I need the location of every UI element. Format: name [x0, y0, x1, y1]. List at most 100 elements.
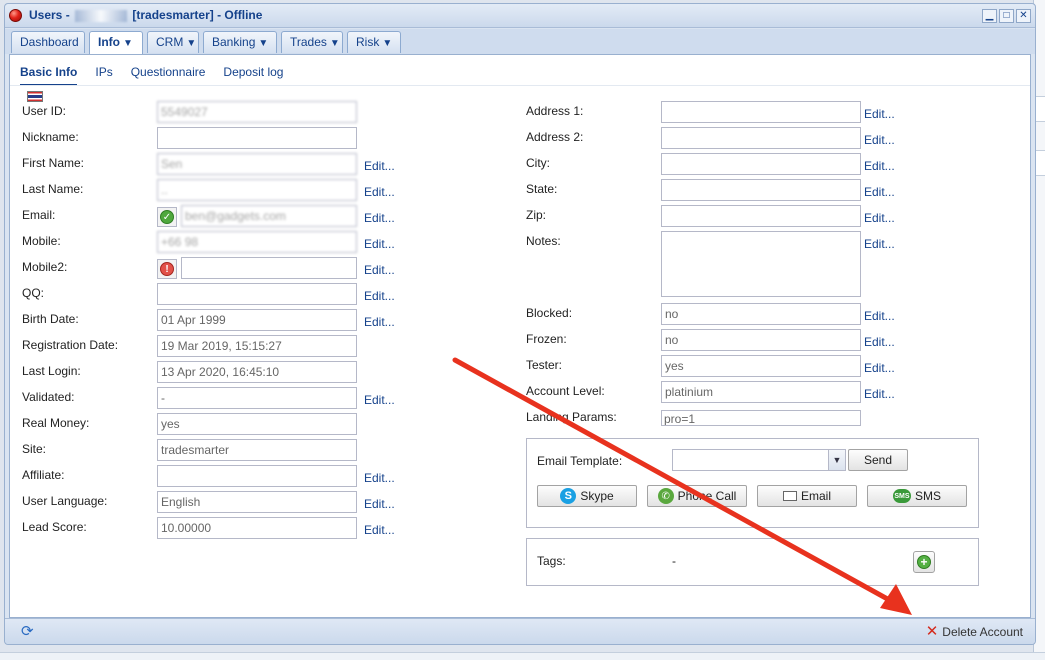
title-user-id-redacted: [75, 9, 128, 22]
email-field[interactable]: ben@gadgets.com: [181, 205, 357, 227]
delete-icon: ✕: [925, 623, 939, 640]
mobile-field[interactable]: +66 98: [157, 231, 357, 253]
field-row-qq: QQ: Edit...: [22, 283, 402, 305]
landing-params-field[interactable]: pro=1: [661, 410, 861, 426]
edit-user-language-link[interactable]: Edit...: [364, 497, 395, 511]
last-name-field[interactable]: ..: [157, 179, 357, 201]
minimize-button[interactable]: ▁: [982, 9, 997, 23]
validated-field[interactable]: -: [157, 387, 357, 409]
edit-city-link[interactable]: Edit...: [864, 159, 895, 173]
field-label: Mobile2:: [22, 260, 68, 274]
tab-crm[interactable]: CRM ▼: [147, 31, 199, 53]
edit-first-name-link[interactable]: Edit...: [364, 159, 395, 173]
tab-info[interactable]: Info ▼: [89, 31, 143, 54]
edit-validated-link[interactable]: Edit...: [364, 393, 395, 407]
subtab-ips[interactable]: IPs: [95, 65, 112, 86]
field-row-user-id: User ID: 5549027: [22, 101, 402, 123]
qq-field[interactable]: [157, 283, 357, 305]
edit-address-1-link[interactable]: Edit...: [864, 107, 895, 121]
tab-trades[interactable]: Trades ▼: [281, 31, 343, 53]
mobile2-field[interactable]: [181, 257, 357, 279]
edit-birth-date-link[interactable]: Edit...: [364, 315, 395, 329]
field-row-email: Email: ✓ ben@gadgets.com Edit...: [22, 205, 402, 227]
edit-address-2-link[interactable]: Edit...: [864, 133, 895, 147]
window-footer: ⟳ ✕ Delete Account: [5, 618, 1035, 644]
status-dot-icon: [9, 9, 22, 22]
window-titlebar[interactable]: Users - [tradesmarter] - Offline ▁ □ ✕: [5, 4, 1035, 28]
field-row-validated: Validated: - Edit...: [22, 387, 402, 409]
field-label: Validated:: [22, 390, 75, 404]
tab-banking[interactable]: Banking ▼: [203, 31, 277, 53]
edit-email-link[interactable]: Edit...: [364, 211, 395, 225]
tester-field[interactable]: yes: [661, 355, 861, 377]
edit-last-name-link[interactable]: Edit...: [364, 185, 395, 199]
send-button[interactable]: Send: [848, 449, 908, 471]
edit-account-level-link[interactable]: Edit...: [864, 387, 895, 401]
skype-button[interactable]: S Skype: [537, 485, 637, 507]
zip-field[interactable]: [661, 205, 861, 227]
account-level-field[interactable]: platinium: [661, 381, 861, 403]
field-label: Tester:: [526, 358, 563, 372]
registration-date-field[interactable]: 19 Mar 2019, 15:15:27: [157, 335, 357, 357]
city-field[interactable]: [661, 153, 861, 175]
state-field[interactable]: [661, 179, 861, 201]
phone-call-button[interactable]: ✆ Phone Call: [647, 485, 747, 507]
birth-date-field[interactable]: 01 Apr 1999: [157, 309, 357, 331]
notes-textarea[interactable]: [661, 231, 861, 297]
field-row-last-name: Last Name:.. Edit...: [22, 179, 402, 201]
sms-icon: SMS: [892, 489, 911, 503]
blocked-field[interactable]: no: [661, 303, 861, 325]
affiliate-field[interactable]: [157, 465, 357, 487]
field-row-city: City: Edit...: [526, 153, 906, 175]
edit-tester-link[interactable]: Edit...: [864, 361, 895, 375]
edit-qq-link[interactable]: Edit...: [364, 289, 395, 303]
edit-blocked-link[interactable]: Edit...: [864, 309, 895, 323]
email-button[interactable]: Email: [757, 485, 857, 507]
lead-score-field[interactable]: 10.00000: [157, 517, 357, 539]
subtab-deposit-log[interactable]: Deposit log: [223, 65, 283, 86]
site-field[interactable]: tradesmarter: [157, 439, 357, 461]
sms-button[interactable]: SMS SMS: [867, 485, 967, 507]
subtab-questionnaire[interactable]: Questionnaire: [131, 65, 206, 86]
real-money-field[interactable]: yes: [157, 413, 357, 435]
add-tag-button[interactable]: +: [913, 551, 935, 573]
user-language-field[interactable]: English: [157, 491, 357, 513]
email-template-select[interactable]: ▼: [672, 449, 846, 471]
field-label: Birth Date:: [22, 312, 79, 326]
first-name-field[interactable]: Sen: [157, 153, 357, 175]
field-row-first-name: First Name: Sen Edit...: [22, 153, 402, 175]
field-row-frozen: Frozen: no Edit...: [526, 329, 906, 351]
field-row-notes: Notes: Edit...: [526, 231, 906, 297]
field-label: Last Login:: [22, 364, 81, 378]
refresh-icon[interactable]: ⟳: [21, 624, 37, 640]
field-label: Frozen:: [526, 332, 567, 346]
field-label: Account Level:: [526, 384, 605, 398]
edit-notes-link[interactable]: Edit...: [864, 237, 895, 251]
tab-risk[interactable]: Risk ▼: [347, 31, 401, 53]
subtab-basic-info[interactable]: Basic Info: [20, 65, 78, 86]
delete-account-label: Delete Account: [942, 625, 1023, 639]
edit-state-link[interactable]: Edit...: [864, 185, 895, 199]
edit-mobile2-link[interactable]: Edit...: [364, 263, 395, 277]
field-label: Last Name:: [22, 182, 84, 196]
chevron-down-icon: ▼: [828, 450, 845, 470]
address-2-field[interactable]: [661, 127, 861, 149]
edit-frozen-link[interactable]: Edit...: [864, 335, 895, 349]
edit-mobile-link[interactable]: Edit...: [364, 237, 395, 251]
field-row-blocked: Blocked: no Edit...: [526, 303, 906, 325]
close-button[interactable]: ✕: [1016, 9, 1031, 23]
edit-zip-link[interactable]: Edit...: [864, 211, 895, 225]
edit-affiliate-link[interactable]: Edit...: [364, 471, 395, 485]
address-1-field[interactable]: [661, 101, 861, 123]
maximize-button[interactable]: □: [999, 9, 1014, 23]
field-label: City:: [526, 156, 550, 170]
users-window: Users - [tradesmarter] - Offline ▁ □ ✕ D…: [4, 3, 1036, 645]
nickname-field[interactable]: [157, 127, 357, 149]
edit-lead-score-link[interactable]: Edit...: [364, 523, 395, 537]
tab-dashboard[interactable]: Dashboard: [11, 31, 85, 53]
field-label: Zip:: [526, 208, 547, 222]
user-id-field[interactable]: 5549027: [157, 101, 357, 123]
delete-account-button[interactable]: ✕ Delete Account: [925, 623, 1023, 640]
frozen-field[interactable]: no: [661, 329, 861, 351]
last-login-field[interactable]: 13 Apr 2020, 16:45:10: [157, 361, 357, 383]
